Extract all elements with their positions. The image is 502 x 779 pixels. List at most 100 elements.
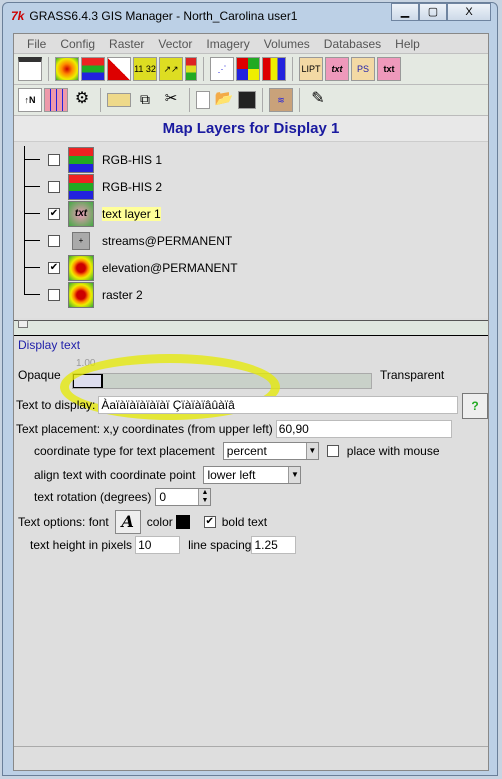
minimize-button[interactable]: ▁ bbox=[391, 3, 419, 21]
toolbar-tools: ↑N ⚙ ⧉ ✂ 📂 ≋ ✎ bbox=[14, 85, 488, 116]
copy-icon[interactable]: ⧉ bbox=[133, 88, 157, 112]
rgb-his-icon[interactable] bbox=[81, 57, 105, 81]
histogram-icon[interactable] bbox=[107, 57, 131, 81]
layer-label: raster 2 bbox=[102, 287, 143, 302]
layer-label: RGB-HIS 2 bbox=[102, 179, 163, 194]
coord-type-value: percent bbox=[226, 444, 267, 458]
tk-logo-icon: 7k bbox=[11, 9, 25, 23]
vector-icon[interactable]: ⋰ bbox=[210, 57, 234, 81]
page-title: Map Layers for Display 1 bbox=[14, 116, 488, 142]
opaque-label: Opaque bbox=[18, 368, 61, 382]
layer-checkbox[interactable] bbox=[48, 288, 60, 301]
toolbar-layers: 11 32 ↗↗ ⋰ LIPT txt PS txt bbox=[14, 54, 488, 85]
placement-input[interactable] bbox=[275, 420, 452, 438]
text-layer-icon: txt bbox=[68, 200, 94, 227]
raster-icon bbox=[68, 254, 94, 281]
cut-icon[interactable]: ✂ bbox=[159, 88, 183, 112]
raster-icon[interactable] bbox=[55, 57, 79, 81]
layer-checkbox[interactable]: ✔ bbox=[48, 207, 60, 220]
labels-icon[interactable]: LIPT bbox=[299, 57, 323, 81]
postscript-icon[interactable]: PS bbox=[351, 57, 375, 81]
coord-type-label: coordinate type for text placement bbox=[34, 444, 215, 458]
text-height-input[interactable] bbox=[135, 536, 181, 554]
display-monitor-icon[interactable] bbox=[18, 57, 42, 81]
new-file-icon[interactable] bbox=[196, 91, 210, 109]
layer-checkbox[interactable]: ✔ bbox=[48, 261, 60, 274]
north-arrow-icon[interactable]: ↑N bbox=[18, 88, 42, 112]
chevron-down-icon: ▼ bbox=[305, 443, 318, 459]
layer-label: elevation@PERMANENT bbox=[102, 260, 238, 275]
close-button[interactable]: X bbox=[447, 3, 491, 21]
layer-label: text layer 1 bbox=[102, 206, 161, 221]
layer-item[interactable]: raster 2 bbox=[14, 281, 488, 308]
font-button[interactable]: A bbox=[114, 510, 141, 534]
maximize-button[interactable]: ▢ bbox=[419, 3, 447, 21]
menu-vector[interactable]: Vector bbox=[151, 34, 199, 53]
layer-item[interactable]: RGB-HIS 1 bbox=[14, 146, 488, 173]
menu-file[interactable]: File bbox=[20, 34, 53, 53]
layer-item[interactable]: + streams@PERMANENT bbox=[14, 227, 488, 254]
app-window: 7k GRASS6.4.3 GIS Manager - North_Caroli… bbox=[2, 2, 498, 776]
panel-title: Display text bbox=[18, 338, 81, 352]
digitize-icon[interactable]: ≋ bbox=[269, 88, 293, 112]
layer-checkbox[interactable] bbox=[48, 153, 60, 166]
menu-raster[interactable]: Raster bbox=[102, 34, 151, 53]
menu-help[interactable]: Help bbox=[388, 34, 427, 53]
layer-item[interactable]: ✔ txt text layer 1 bbox=[14, 200, 488, 227]
layer-checkbox[interactable] bbox=[48, 180, 60, 193]
line-spacing-input[interactable] bbox=[251, 536, 297, 554]
layer-label: RGB-HIS 1 bbox=[102, 152, 163, 167]
help-button[interactable]: ? bbox=[462, 393, 488, 419]
menu-imagery[interactable]: Imagery bbox=[199, 34, 256, 53]
font-label: Text options: font bbox=[18, 515, 109, 529]
vector-chart-icon[interactable] bbox=[262, 57, 286, 81]
vector-thematic-icon[interactable] bbox=[236, 57, 260, 81]
gis-manager: File Config Raster Vector Imagery Volume… bbox=[13, 33, 489, 771]
raster-numbers-icon[interactable]: 11 32 bbox=[133, 57, 157, 81]
menu-config[interactable]: Config bbox=[53, 34, 102, 53]
title-bar: 7k GRASS6.4.3 GIS Manager - North_Caroli… bbox=[11, 9, 297, 23]
pane-divider[interactable] bbox=[14, 320, 488, 336]
raster-arrows-icon[interactable]: ↗↗ bbox=[159, 57, 183, 81]
gear-icon[interactable]: ⚙ bbox=[70, 88, 94, 112]
grid-icon[interactable] bbox=[44, 88, 68, 112]
window-title: GRASS6.4.3 GIS Manager - North_Carolina … bbox=[29, 9, 298, 23]
menu-databases[interactable]: Databases bbox=[317, 34, 388, 53]
text-display-input[interactable] bbox=[98, 396, 459, 414]
rgb-his-icon bbox=[68, 146, 94, 173]
layer-item[interactable]: RGB-HIS 2 bbox=[14, 173, 488, 200]
save-icon[interactable] bbox=[238, 91, 256, 109]
spinner-arrows-icon[interactable]: ▲ ▼ bbox=[198, 489, 211, 505]
menu-volumes[interactable]: Volumes bbox=[257, 34, 317, 53]
raster-legend-icon[interactable] bbox=[185, 57, 197, 81]
height-label: text height in pixels bbox=[30, 538, 133, 552]
transparent-label: Transparent bbox=[380, 368, 445, 382]
layer-tree: RGB-HIS 1 RGB-HIS 2 ✔ txt text layer 1 + st… bbox=[14, 142, 488, 318]
layer-options-panel: Display text Opaque 1.00 Transparent Tex… bbox=[14, 336, 488, 746]
color-swatch[interactable] bbox=[175, 515, 190, 529]
place-mouse-label: place with mouse bbox=[346, 444, 440, 458]
layer-item[interactable]: ✔ elevation@PERMANENT bbox=[14, 254, 488, 281]
rotation-value: 0 bbox=[159, 490, 167, 504]
folder-icon[interactable] bbox=[107, 93, 131, 107]
divider-handle[interactable] bbox=[18, 320, 28, 328]
layer-checkbox[interactable] bbox=[48, 234, 60, 247]
bold-label: bold text bbox=[221, 515, 268, 529]
postscript-text-icon[interactable]: txt bbox=[377, 57, 401, 81]
chevron-down-icon: ▼ bbox=[288, 467, 301, 483]
align-select[interactable]: lower left ▼ bbox=[203, 466, 302, 484]
rgb-his-icon bbox=[68, 173, 94, 200]
align-value: lower left bbox=[207, 468, 256, 482]
rotation-spinbox[interactable]: 0 ▲ ▼ bbox=[155, 488, 212, 506]
bold-checkbox[interactable]: ✔ bbox=[203, 516, 216, 528]
text-display-label: Text to display: bbox=[16, 398, 96, 412]
place-mouse-checkbox[interactable] bbox=[326, 445, 339, 457]
coord-type-select[interactable]: percent ▼ bbox=[222, 442, 319, 460]
spacing-label: line spacing bbox=[188, 538, 252, 552]
open-icon[interactable]: 📂 bbox=[212, 88, 236, 112]
placement-label: Text placement: x,y coordinates (from up… bbox=[16, 422, 273, 436]
vector-icon: + bbox=[72, 231, 90, 250]
menu-bar: File Config Raster Vector Imagery Volume… bbox=[14, 34, 488, 54]
pencil-icon[interactable]: ✎ bbox=[306, 88, 330, 112]
text-icon[interactable]: txt bbox=[325, 57, 349, 81]
